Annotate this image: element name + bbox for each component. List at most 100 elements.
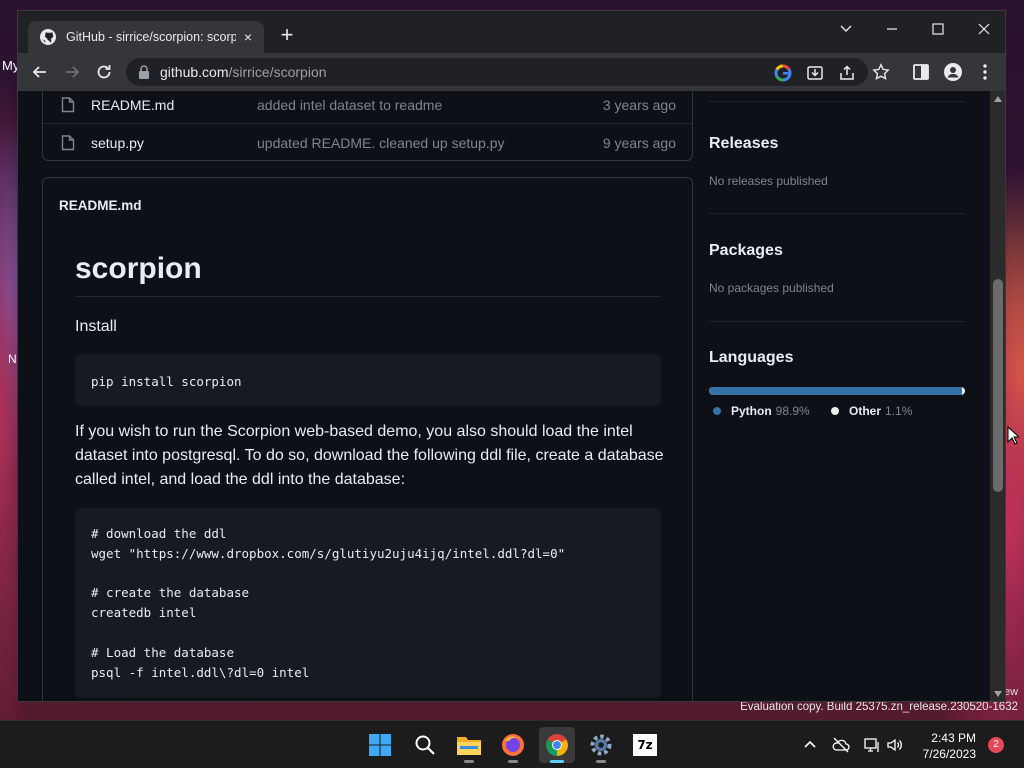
settings-icon — [590, 734, 612, 756]
minimize-button[interactable] — [874, 15, 910, 43]
language-name: Python — [731, 404, 772, 418]
notification-badge[interactable]: 2 — [988, 737, 1004, 753]
settings-button[interactable] — [583, 727, 619, 763]
browser-titlebar: GitHub - sirrice/scorpion: scorpion × + — [18, 11, 1005, 53]
file-name-link[interactable]: setup.py — [91, 135, 144, 151]
browser-window: GitHub - sirrice/scorpion: scorpion × + … — [17, 10, 1006, 702]
github-repo-page: README.md added intel dataset to readme … — [18, 91, 990, 701]
code-line: # Load the database — [91, 644, 234, 660]
url-text: github.com/sirrice/scorpion — [160, 64, 327, 80]
code-line: pip install scorpion — [91, 374, 242, 389]
running-indicator — [464, 760, 474, 763]
minimize-icon — [887, 28, 897, 30]
back-icon[interactable] — [30, 62, 50, 82]
bookmark-star-icon[interactable] — [872, 63, 890, 81]
address-bar[interactable]: github.com/sirrice/scorpion — [126, 58, 868, 86]
file-explorer-button[interactable] — [451, 727, 487, 763]
language-dot — [831, 407, 839, 415]
maximize-button[interactable] — [920, 15, 956, 43]
tab-close-button[interactable]: × — [240, 29, 256, 45]
tab-search-button[interactable] — [828, 15, 864, 43]
google-lens-icon[interactable] — [774, 64, 792, 82]
language-python[interactable]: Python 98.9% — [713, 404, 810, 418]
commit-message-link[interactable]: updated README. cleaned up setup.py — [257, 135, 505, 151]
running-indicator — [596, 760, 606, 763]
install-app-icon[interactable] — [806, 64, 824, 82]
evaluation-watermark: Evaluation copy. Build 25375.zn_release.… — [740, 701, 1018, 713]
file-icon — [61, 97, 75, 113]
file-row[interactable]: README.md added intel dataset to readme … — [43, 91, 692, 124]
readme-description: If you wish to run the Scorpion web-base… — [75, 423, 664, 488]
scroll-down-arrow-icon[interactable] — [994, 691, 1002, 697]
start-button[interactable] — [362, 727, 398, 763]
network-icon[interactable] — [863, 736, 881, 754]
readme-header-link[interactable]: README.md — [59, 198, 142, 213]
taskbar-clock[interactable]: 2:43 PM 7/26/2023 — [900, 730, 976, 762]
browser-toolbar: github.com/sirrice/scorpion — [18, 53, 1005, 91]
language-name: Other — [849, 404, 882, 418]
install-label: Install — [75, 318, 117, 335]
lock-icon[interactable] — [138, 65, 150, 79]
7zip-button[interactable]: 7z — [627, 727, 663, 763]
github-icon — [40, 29, 56, 45]
setup-code-block[interactable]: # download the ddl wget "https://www.dro… — [75, 508, 661, 698]
menu-kebab-icon[interactable] — [976, 63, 994, 81]
7zip-icon: 7z — [633, 734, 657, 756]
code-line: psql -f intel.ddl\?dl=0 intel — [91, 664, 310, 680]
url-path: /sirrice/scorpion — [228, 64, 327, 80]
commit-message-link[interactable]: added intel dataset to readme — [257, 97, 442, 113]
url-host: github.com — [160, 64, 229, 80]
clock-time: 2:43 PM — [931, 731, 976, 745]
forward-icon[interactable] — [62, 62, 82, 82]
language-bar — [709, 387, 965, 395]
file-list: README.md added intel dataset to readme … — [42, 91, 693, 161]
clock-date: 7/26/2023 — [922, 747, 976, 761]
file-icon — [61, 134, 75, 150]
sidebar-divider — [709, 321, 965, 322]
close-window-button[interactable] — [966, 15, 1002, 43]
firefox-icon — [502, 734, 524, 756]
cloud-offline-icon[interactable] — [832, 736, 850, 754]
maximize-icon — [932, 23, 944, 35]
running-indicator — [508, 760, 518, 763]
file-row[interactable]: setup.py updated README. cleaned up setu… — [43, 124, 692, 161]
readme-panel: README.md scorpion Install pip install s… — [42, 177, 693, 701]
tray-overflow-chevron-icon[interactable] — [801, 736, 819, 754]
start-icon — [369, 734, 391, 756]
tab-title: GitHub - sirrice/scorpion: scorpion — [66, 30, 236, 44]
commit-age: 9 years ago — [602, 134, 676, 151]
windows-taskbar: 7z 2:43 PM 7/26/2023 2 — [0, 720, 1024, 768]
side-panel-icon[interactable] — [912, 63, 930, 81]
browser-tab[interactable]: GitHub - sirrice/scorpion: scorpion × — [28, 21, 264, 53]
profile-icon[interactable] — [944, 63, 962, 81]
desktop-icon-label[interactable]: ew — [1004, 686, 1018, 698]
running-indicator — [550, 760, 564, 763]
mouse-cursor-icon — [1007, 426, 1019, 445]
packages-subtitle: No packages published — [709, 281, 834, 295]
file-name-link[interactable]: README.md — [91, 97, 174, 113]
chrome-button[interactable] — [539, 727, 575, 763]
sidebar-divider — [709, 101, 965, 102]
packages-heading-link[interactable]: Packages — [709, 242, 783, 260]
new-tab-button[interactable]: + — [276, 24, 298, 47]
language-other: Other 1.1% — [831, 404, 912, 418]
releases-subtitle: No releases published — [709, 174, 828, 188]
desktop-icon-label[interactable]: N — [8, 352, 17, 366]
readme-title: scorpion — [75, 252, 661, 297]
commit-age: 3 years ago — [602, 97, 676, 113]
scroll-thumb[interactable] — [993, 279, 1003, 492]
page-scrollbar[interactable] — [990, 91, 1005, 701]
releases-heading-link[interactable]: Releases — [709, 135, 778, 153]
share-icon[interactable] — [838, 64, 856, 82]
sidebar-divider — [709, 213, 965, 214]
install-code-block[interactable]: pip install scorpion — [75, 354, 661, 406]
reload-icon[interactable] — [94, 62, 114, 82]
firefox-button[interactable] — [495, 727, 531, 763]
chrome-icon — [546, 734, 568, 756]
code-line: createdb intel — [91, 605, 197, 621]
scroll-up-arrow-icon[interactable] — [994, 96, 1002, 102]
search-button[interactable] — [407, 727, 443, 763]
language-dot — [713, 407, 721, 415]
